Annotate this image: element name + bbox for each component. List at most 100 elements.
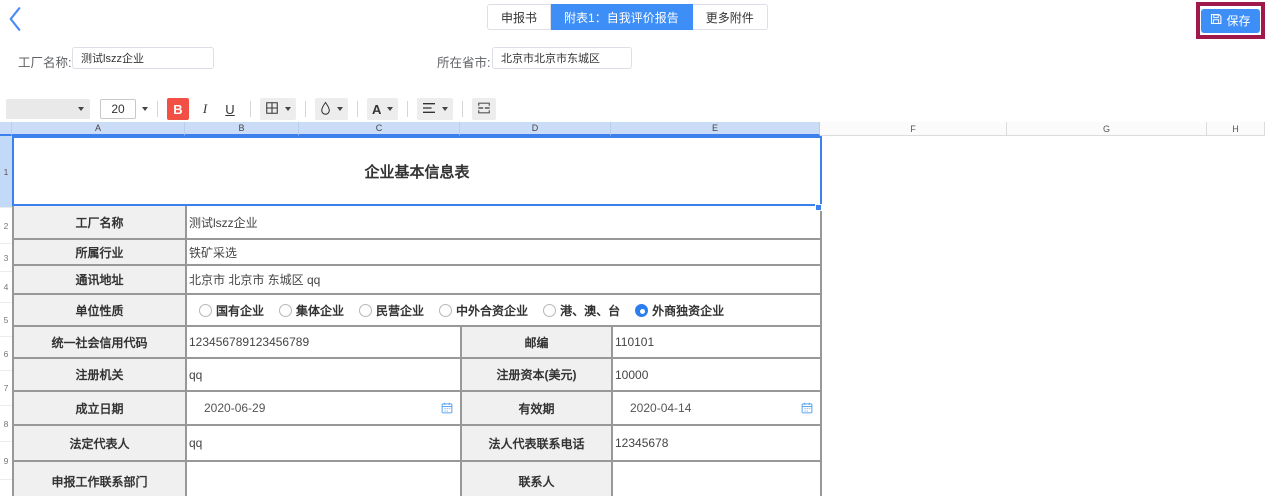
font-size-value: 20 [100,99,136,119]
radio-label: 集体企业 [296,302,344,319]
column-header-a[interactable]: A [12,122,185,136]
radio-joint-venture[interactable]: 中外合资企业 [439,302,528,319]
column-header-f[interactable]: F [820,122,1007,136]
legal-rep-phone-cell-value[interactable]: 12345678 [612,425,821,461]
save-button[interactable]: 保存 [1201,9,1259,33]
province-label: 所在省市: [437,52,490,71]
column-header-d[interactable]: D [460,122,611,136]
border-grid-icon [265,101,279,118]
industry-cell-value[interactable]: 铁矿采选 [186,239,821,265]
registration-authority-cell-value[interactable]: qq [186,358,461,391]
column-header-e[interactable]: E [611,122,820,136]
font-size-dropdown[interactable]: 20 [100,99,148,119]
toolbar-divider [462,101,463,117]
chevron-down-icon [78,107,84,111]
back-button[interactable] [4,5,26,38]
toolbar-divider [305,101,306,117]
contact-department-cell-value[interactable] [186,461,461,496]
radio-label: 港、澳、台 [560,302,620,319]
align-lines-icon [422,102,436,117]
selection-fill-handle[interactable] [815,204,822,211]
table-row: 统一社会信用代码 123456789123456789 邮编 110101 [13,326,821,358]
column-header-c[interactable]: C [299,122,460,136]
row-header-7[interactable]: 7 [0,371,12,406]
radio-circle-icon [439,304,452,317]
toolbar-divider [357,101,358,117]
info-table: 企业基本信息表 工厂名称 测试lszz企业 所属行业 铁矿采选 通讯地址 北京市… [12,136,822,496]
chevron-down-icon [387,107,393,111]
row-header-6[interactable]: 6 [0,337,12,371]
save-annotation-box: 保存 [1196,2,1265,39]
tab-self-evaluation-report[interactable]: 附表1：自我评价报告 [551,4,693,30]
tab-declaration[interactable]: 申报书 [487,4,551,30]
radio-label: 民营企业 [376,302,424,319]
fill-color-button[interactable] [315,98,348,120]
legal-representative-cell-value[interactable]: qq [186,425,461,461]
calendar-icon [441,402,453,414]
validity-date-picker[interactable]: 2020-04-14 [612,391,821,425]
factory-name-label: 工厂名称: [18,52,71,71]
merge-cells-icon [477,101,491,118]
spreadsheet-area: A B C D E F G H 1 2 3 4 5 6 7 8 9 10 企业基… [0,122,1265,496]
contact-person-cell-label: 联系人 [461,461,612,496]
radio-collective[interactable]: 集体企业 [279,302,344,319]
contact-person-cell-value[interactable] [612,461,821,496]
column-header-b[interactable]: B [185,122,299,136]
registration-authority-cell-label: 注册机关 [13,358,186,391]
legal-rep-phone-cell-label: 法人代表联系电话 [461,425,612,461]
contact-department-cell-label: 申报工作联系部门 [13,461,186,496]
radio-hk-macau-taiwan[interactable]: 港、澳、台 [543,302,620,319]
chevron-down-icon [142,107,148,111]
validity-cell-label: 有效期 [461,391,612,425]
chevron-down-icon [337,107,343,111]
tab-more-attachments[interactable]: 更多附件 [693,4,768,30]
credit-code-cell-label: 统一社会信用代码 [13,326,186,358]
font-family-dropdown[interactable] [6,99,90,119]
postcode-cell-value[interactable]: 110101 [612,326,821,358]
font-color-label: A [372,102,381,117]
row-header-5[interactable]: 5 [0,303,12,337]
table-title-cell[interactable]: 企业基本信息表 [13,137,821,205]
radio-foreign-owned[interactable]: 外商独资企业 [635,302,724,319]
row-header-9[interactable]: 9 [0,442,12,480]
registered-capital-cell-value[interactable]: 10000 [612,358,821,391]
row-header-1[interactable]: 1 [0,136,12,208]
row-header-3[interactable]: 3 [0,244,12,272]
calendar-icon [801,402,813,414]
bold-button[interactable]: B [167,98,189,120]
unit-nature-cell-label: 单位性质 [13,294,186,326]
table-row: 单位性质 国有企业 集体企业 民营企业 中外合资企业 港、澳、台 外商独资企业 [13,294,821,326]
borders-button[interactable] [260,98,296,120]
radio-circle-icon [543,304,556,317]
table-row: 法定代表人 qq 法人代表联系电话 12345678 [13,425,821,461]
unit-nature-radio-group: 国有企业 集体企业 民营企业 中外合资企业 港、澳、台 外商独资企业 [189,302,820,319]
radio-circle-icon [359,304,372,317]
address-cell-value[interactable]: 北京市 北京市 东城区 qq [186,265,821,294]
radio-circle-icon [279,304,292,317]
radio-circle-checked-icon [635,304,648,317]
column-header-g[interactable]: G [1007,122,1207,136]
droplet-icon [320,101,331,118]
radio-private[interactable]: 民营企业 [359,302,424,319]
factory-name-input[interactable] [72,47,214,69]
italic-button[interactable]: I [194,98,216,120]
row-header-8[interactable]: 8 [0,406,12,442]
row-header-4[interactable]: 4 [0,272,12,303]
radio-state-owned[interactable]: 国有企业 [199,302,264,319]
column-header-h[interactable]: H [1207,122,1265,136]
alignment-button[interactable] [417,98,453,120]
validity-date-value: 2020-04-14 [630,401,691,415]
font-color-button[interactable]: A [367,98,398,120]
table-row: 申报工作联系部门 联系人 [13,461,821,496]
province-input[interactable] [492,47,632,69]
chevron-left-icon [4,20,26,37]
credit-code-cell-value[interactable]: 123456789123456789 [186,326,461,358]
establish-date-picker[interactable]: 2020-06-29 [186,391,461,425]
chevron-down-icon [442,107,448,111]
row-header-2[interactable]: 2 [0,208,12,244]
merge-cells-button[interactable] [472,98,496,120]
corner-select-all-cell[interactable] [0,122,12,136]
underline-button[interactable]: U [219,98,241,120]
factory-name-cell-value[interactable]: 测试lszz企业 [186,205,821,239]
row-header-10[interactable]: 10 [0,480,12,496]
